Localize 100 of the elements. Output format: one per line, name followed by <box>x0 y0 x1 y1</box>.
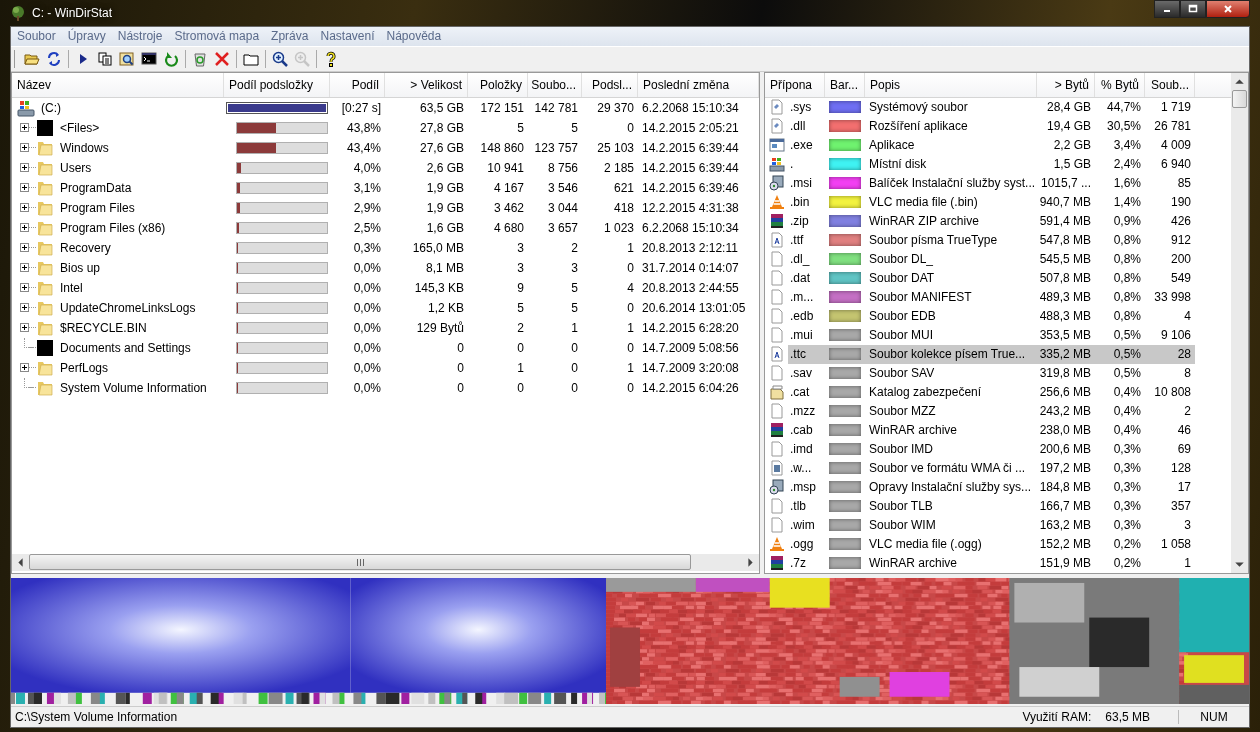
expand-icon[interactable] <box>20 283 29 293</box>
column-header[interactable]: Položky <box>468 72 528 97</box>
column-header[interactable]: > Bytů <box>1037 72 1095 97</box>
column-header[interactable]: Soub... <box>1145 72 1195 97</box>
horizontal-scrollbar[interactable] <box>12 553 759 571</box>
folder-name[interactable]: System Volume Information <box>60 380 207 395</box>
extension-name[interactable]: .ttc <box>788 344 825 364</box>
expand-icon[interactable] <box>20 323 29 333</box>
menu-item[interactable]: Zpráva <box>265 29 315 44</box>
folder-name[interactable]: (C:) <box>41 100 61 115</box>
column-header[interactable]: Přípona <box>765 72 825 97</box>
minimize-button[interactable] <box>1154 0 1180 18</box>
folder-name[interactable]: Users <box>60 160 92 175</box>
share-cell-text: 43,4% <box>345 140 382 155</box>
extension-name[interactable]: .ogg <box>788 534 825 554</box>
extension-name[interactable]: .msp <box>788 477 825 497</box>
bytes-cell: 335,2 MB <box>1037 344 1095 364</box>
folder-name[interactable]: Program Files (x86) <box>60 220 166 235</box>
share-cell-text: 2,9% <box>352 200 382 215</box>
percent-cell-text: 0,8% <box>1112 270 1142 288</box>
description-cell-text: WinRAR archive <box>868 555 959 573</box>
extension-name[interactable]: .bin <box>788 192 825 212</box>
expand-icon[interactable] <box>20 243 29 253</box>
treemap-drawing[interactable] <box>11 577 1249 705</box>
folder-name[interactable]: PerfLogs <box>60 360 109 375</box>
column-header[interactable]: Bar... <box>825 72 865 97</box>
column-header[interactable]: Poslední změna <box>638 72 759 97</box>
expand-icon[interactable] <box>20 143 29 153</box>
extension-name[interactable]: .zip <box>788 211 825 231</box>
date-cell-text: 14.7.2009 3:20:08 <box>641 360 740 375</box>
menu-item[interactable]: Nápověda <box>380 29 448 44</box>
files-count-cell-text: 1 719 <box>1159 99 1192 117</box>
extension-name[interactable]: .mzz <box>788 401 825 421</box>
extension-name[interactable]: .m... <box>788 287 825 307</box>
menu-item[interactable]: Nástroje <box>111 29 169 44</box>
column-header[interactable]: Název <box>12 72 224 97</box>
extension-name[interactable]: .msi <box>788 173 825 193</box>
percent-cell-text: 0,2% <box>1112 555 1142 573</box>
column-header[interactable]: % Bytů <box>1095 72 1145 97</box>
folder-name[interactable]: ProgramData <box>60 180 132 195</box>
column-header[interactable]: Podsl... <box>582 72 638 97</box>
column-header[interactable]: Podíl <box>330 72 385 97</box>
folder-name[interactable]: Documents and Settings <box>60 340 191 355</box>
expand-icon[interactable] <box>20 263 29 273</box>
extension-name[interactable]: .dl_ <box>788 249 825 269</box>
bytes-cell-text: 488,3 MB <box>1038 308 1092 326</box>
extension-name[interactable]: .exe <box>788 135 825 155</box>
expand-icon[interactable] <box>20 183 29 193</box>
bytes-cell-text: 319,8 MB <box>1038 365 1092 383</box>
expand-icon[interactable] <box>20 363 29 373</box>
menu-item[interactable]: Úpravy <box>61 29 112 44</box>
extension-name[interactable]: .sav <box>788 363 825 383</box>
expand-icon[interactable] <box>20 123 29 133</box>
extension-name[interactable]: . <box>788 154 825 174</box>
percent-cell-text: 0,5% <box>1112 365 1142 383</box>
extension-name[interactable]: .w... <box>788 458 825 478</box>
extension-name[interactable]: .mui <box>788 325 825 345</box>
expand-icon[interactable] <box>20 223 29 233</box>
folder-name[interactable]: Windows <box>60 140 109 155</box>
folder-name[interactable]: Bios up <box>60 260 101 275</box>
file-icon <box>769 365 785 382</box>
folder-name[interactable]: $RECYCLE.BIN <box>60 320 147 335</box>
extension-name[interactable]: .dat <box>788 268 825 288</box>
scrollbar-thumb[interactable] <box>29 554 691 571</box>
extension-name[interactable]: .edb <box>788 306 825 326</box>
bytes-cell-text: 545,5 MB <box>1038 251 1092 269</box>
menu-item[interactable]: Stromová mapa <box>168 29 266 44</box>
bytes-cell-text: 151,9 MB <box>1038 555 1092 573</box>
extension-name[interactable]: .sys <box>788 97 825 117</box>
extension-name[interactable]: .ttf <box>788 230 825 250</box>
maximize-button[interactable] <box>1180 0 1206 18</box>
size-cell-text: 1,6 GB <box>425 220 465 235</box>
expand-icon[interactable] <box>20 163 29 173</box>
bytes-cell-text: 2,2 GB <box>1052 137 1092 155</box>
extension-name[interactable]: .7z <box>788 553 825 573</box>
menu-item[interactable]: Soubor <box>11 29 62 44</box>
extension-name[interactable]: .wim <box>788 515 825 535</box>
folder-name[interactable]: Program Files <box>60 200 135 215</box>
menu-item[interactable]: Nastavení <box>314 29 381 44</box>
folder-name[interactable]: Intel <box>60 280 83 295</box>
folder-name[interactable]: <Files> <box>60 120 100 135</box>
column-header[interactable]: Podíl podsložky <box>224 72 330 97</box>
scrollbar-thumb[interactable] <box>1232 89 1247 108</box>
extension-name[interactable]: .imd <box>788 439 825 459</box>
extension-name[interactable]: .cab <box>788 420 825 440</box>
expand-icon[interactable] <box>20 303 29 313</box>
extension-name[interactable]: .dll <box>788 116 825 136</box>
traffic-cone-icon <box>769 536 785 553</box>
expand-icon[interactable] <box>20 203 29 213</box>
column-header[interactable]: Popis <box>865 72 1037 97</box>
extension-name[interactable]: .tlb <box>788 496 825 516</box>
description-cell-text: WinRAR archive <box>868 422 959 440</box>
column-header[interactable]: > Velikost <box>385 72 468 97</box>
folder-name[interactable]: Recovery <box>60 240 111 255</box>
column-header[interactable]: Soubo... <box>528 72 582 97</box>
folder-name[interactable]: UpdateChromeLinksLogs <box>60 300 196 315</box>
vertical-scrollbar[interactable] <box>1231 72 1248 573</box>
extension-name[interactable]: .cat <box>788 382 825 402</box>
close-button[interactable] <box>1206 0 1250 18</box>
share-cell-text: 0,0% <box>352 360 382 375</box>
